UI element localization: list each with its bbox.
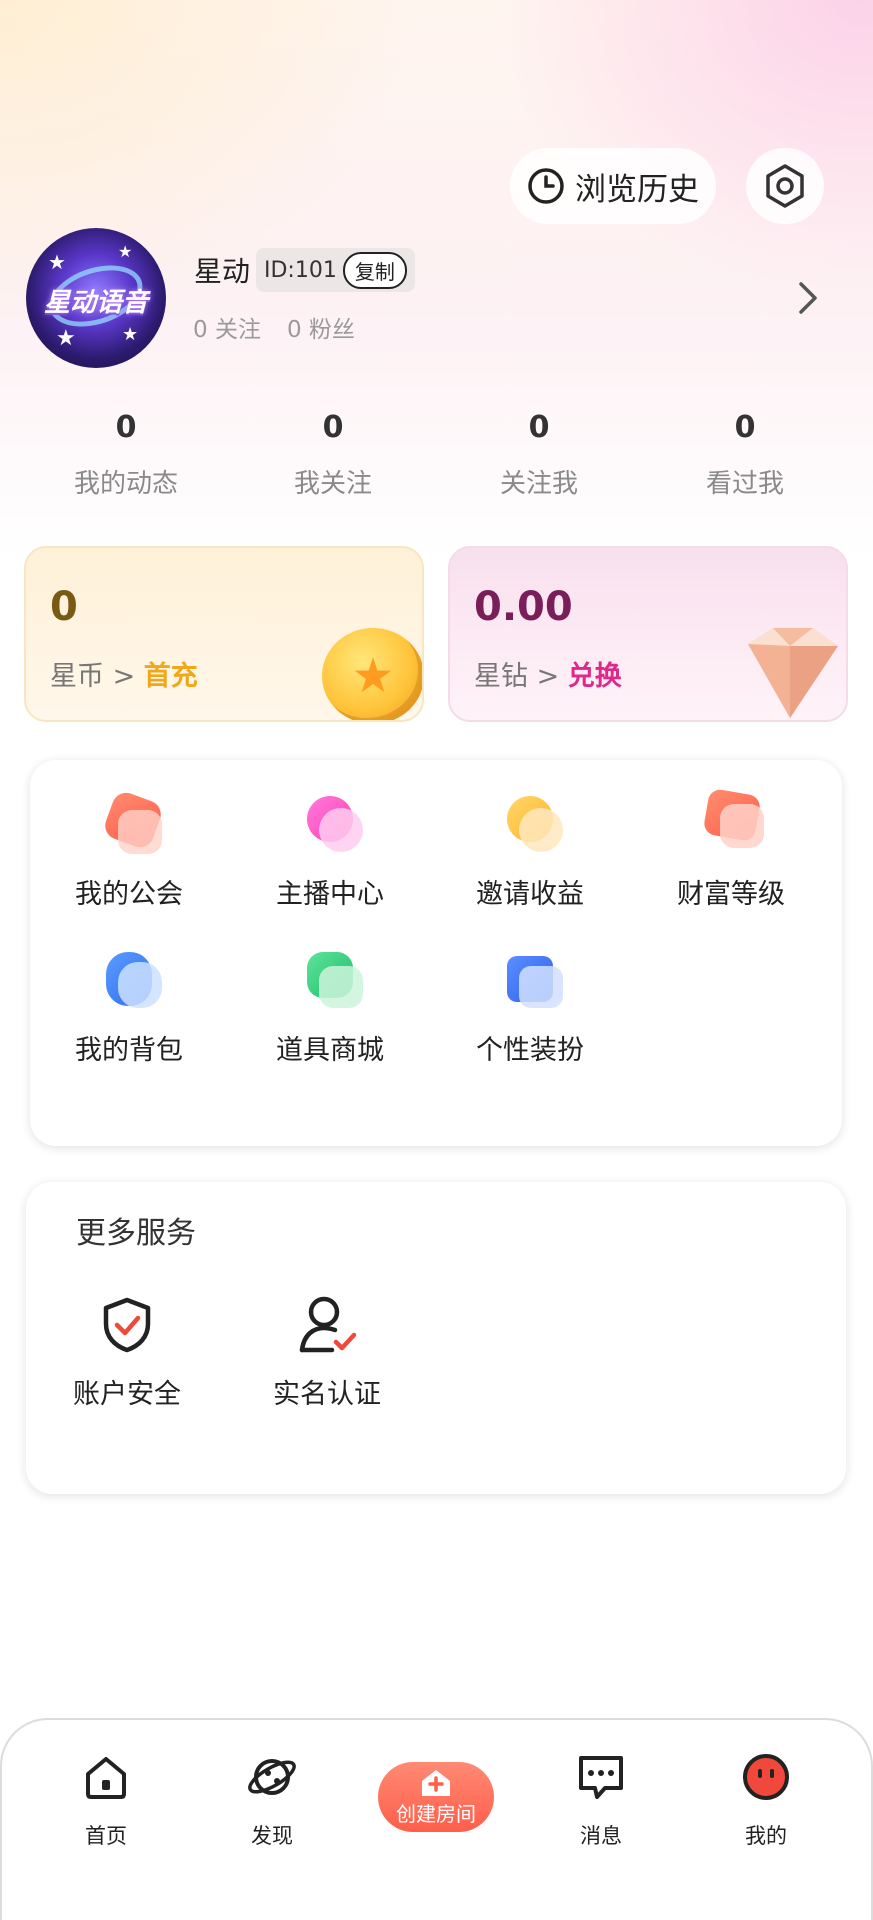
stat-label: 我的动态 [73, 469, 178, 499]
star-coin-label: 星币 > 首充 [50, 661, 198, 692]
prop-mall-icon [295, 946, 365, 1016]
star-diamond-label: 星钻 > 兑换 [474, 661, 622, 692]
stat-following[interactable]: 0 我关注 [253, 410, 413, 500]
nav-messages[interactable]: 消息 [541, 1752, 661, 1850]
stat-label: 关注我 [499, 469, 578, 499]
copy-id-button[interactable]: 复制 [342, 251, 407, 289]
stat-value: 0 [734, 410, 756, 445]
feature-label: 个性装扮 [476, 1035, 584, 1066]
stat-visitors[interactable]: 0 看过我 [665, 410, 825, 500]
home-plus-icon [422, 1769, 450, 1796]
nav-label: 我的 [745, 1824, 787, 1848]
star-icon: ★ [48, 250, 66, 274]
stat-label: 看过我 [705, 469, 784, 499]
feature-label: 我的背包 [75, 1035, 183, 1066]
service-real-name-verify[interactable]: 实名认证 [242, 1290, 412, 1411]
stat-my-posts[interactable]: 0 我的动态 [46, 410, 206, 500]
create-room-label: 创建房间 [396, 1801, 476, 1826]
feature-invite-earnings[interactable]: 邀请收益 [445, 790, 615, 911]
fans-link[interactable]: 0 粉丝 [287, 310, 355, 344]
guild-icon [94, 788, 165, 860]
profile-face-icon [743, 1754, 789, 1800]
star-icon: ★ [118, 242, 133, 261]
nav-label: 首页 [85, 1824, 127, 1848]
profile-detail-chevron-icon[interactable] [796, 280, 820, 320]
star-diamond-card[interactable]: 0.00 星钻 > 兑换 [448, 546, 848, 722]
feature-label: 我的公会 [75, 879, 183, 910]
home-icon [86, 1757, 126, 1799]
invite-earnings-icon [495, 790, 565, 860]
following-link[interactable]: 0 关注 [193, 310, 261, 344]
shield-check-icon [92, 1290, 162, 1360]
user-id-chip: ID:101 复制 [256, 248, 415, 292]
star-coin-card[interactable]: 0 星币 > 首充 ★ [24, 546, 424, 722]
avatar[interactable]: 星动语音 ★ ★ ★ ★ [26, 228, 166, 368]
nav-discover[interactable]: 发现 [212, 1752, 332, 1850]
star-icon: ★ [56, 326, 76, 351]
nav-label: 消息 [580, 1824, 622, 1848]
user-verify-icon [292, 1290, 362, 1360]
stat-label: 我关注 [293, 469, 372, 499]
more-services-title: 更多服务 [76, 1216, 196, 1251]
user-name: 星动 [194, 255, 251, 288]
nav-mine[interactable]: 我的 [706, 1752, 826, 1850]
feature-label: 道具商城 [276, 1035, 384, 1066]
service-label: 账户安全 [73, 1379, 181, 1410]
gold-coin-icon: ★ [322, 628, 422, 720]
anchor-center-icon [295, 790, 365, 860]
feature-label: 邀请收益 [476, 879, 584, 910]
star-diamond-balance: 0.00 [474, 584, 573, 630]
follow-summary: 0 关注 0 粉丝 [193, 310, 355, 344]
user-id: ID:101 [264, 257, 337, 283]
avatar-logo-text: 星动语音 [43, 288, 148, 318]
feature-backpack[interactable]: 我的背包 [44, 946, 214, 1067]
clock-icon [528, 168, 564, 204]
create-room-button[interactable]: 创建房间 [378, 1762, 494, 1832]
stat-value: 0 [528, 410, 550, 445]
nav-label: 发现 [251, 1824, 293, 1848]
stat-value: 0 [115, 410, 137, 445]
first-recharge-link[interactable]: 首充 [144, 661, 198, 692]
stat-value: 0 [322, 410, 344, 445]
diamond-icon [748, 628, 838, 718]
backpack-icon [94, 946, 164, 1016]
feature-my-guild[interactable]: 我的公会 [44, 788, 214, 911]
feature-wealth-level[interactable]: 财富等级 [646, 787, 816, 911]
stat-followers[interactable]: 0 关注我 [459, 410, 619, 500]
feature-label: 主播中心 [276, 879, 384, 910]
settings-hexagon-icon [766, 164, 804, 208]
planet-icon [248, 1759, 296, 1795]
nav-home[interactable]: 首页 [46, 1752, 166, 1850]
browse-history-button[interactable]: 浏览历史 [510, 148, 716, 224]
wealth-level-icon [696, 787, 766, 860]
star-coin-balance: 0 [50, 584, 78, 630]
exchange-link[interactable]: 兑换 [568, 661, 622, 692]
service-label: 实名认证 [273, 1379, 381, 1410]
feature-label: 财富等级 [677, 879, 785, 910]
settings-button[interactable] [746, 148, 824, 224]
browse-history-label: 浏览历史 [575, 171, 699, 208]
feature-anchor-center[interactable]: 主播中心 [245, 790, 415, 911]
chat-bubble-icon [579, 1756, 623, 1799]
feature-prop-mall[interactable]: 道具商城 [245, 946, 415, 1067]
service-account-security[interactable]: 账户安全 [42, 1290, 212, 1411]
feature-dress-up[interactable]: 个性装扮 [445, 946, 615, 1067]
star-icon: ★ [122, 324, 139, 345]
dress-up-icon [495, 946, 565, 1016]
